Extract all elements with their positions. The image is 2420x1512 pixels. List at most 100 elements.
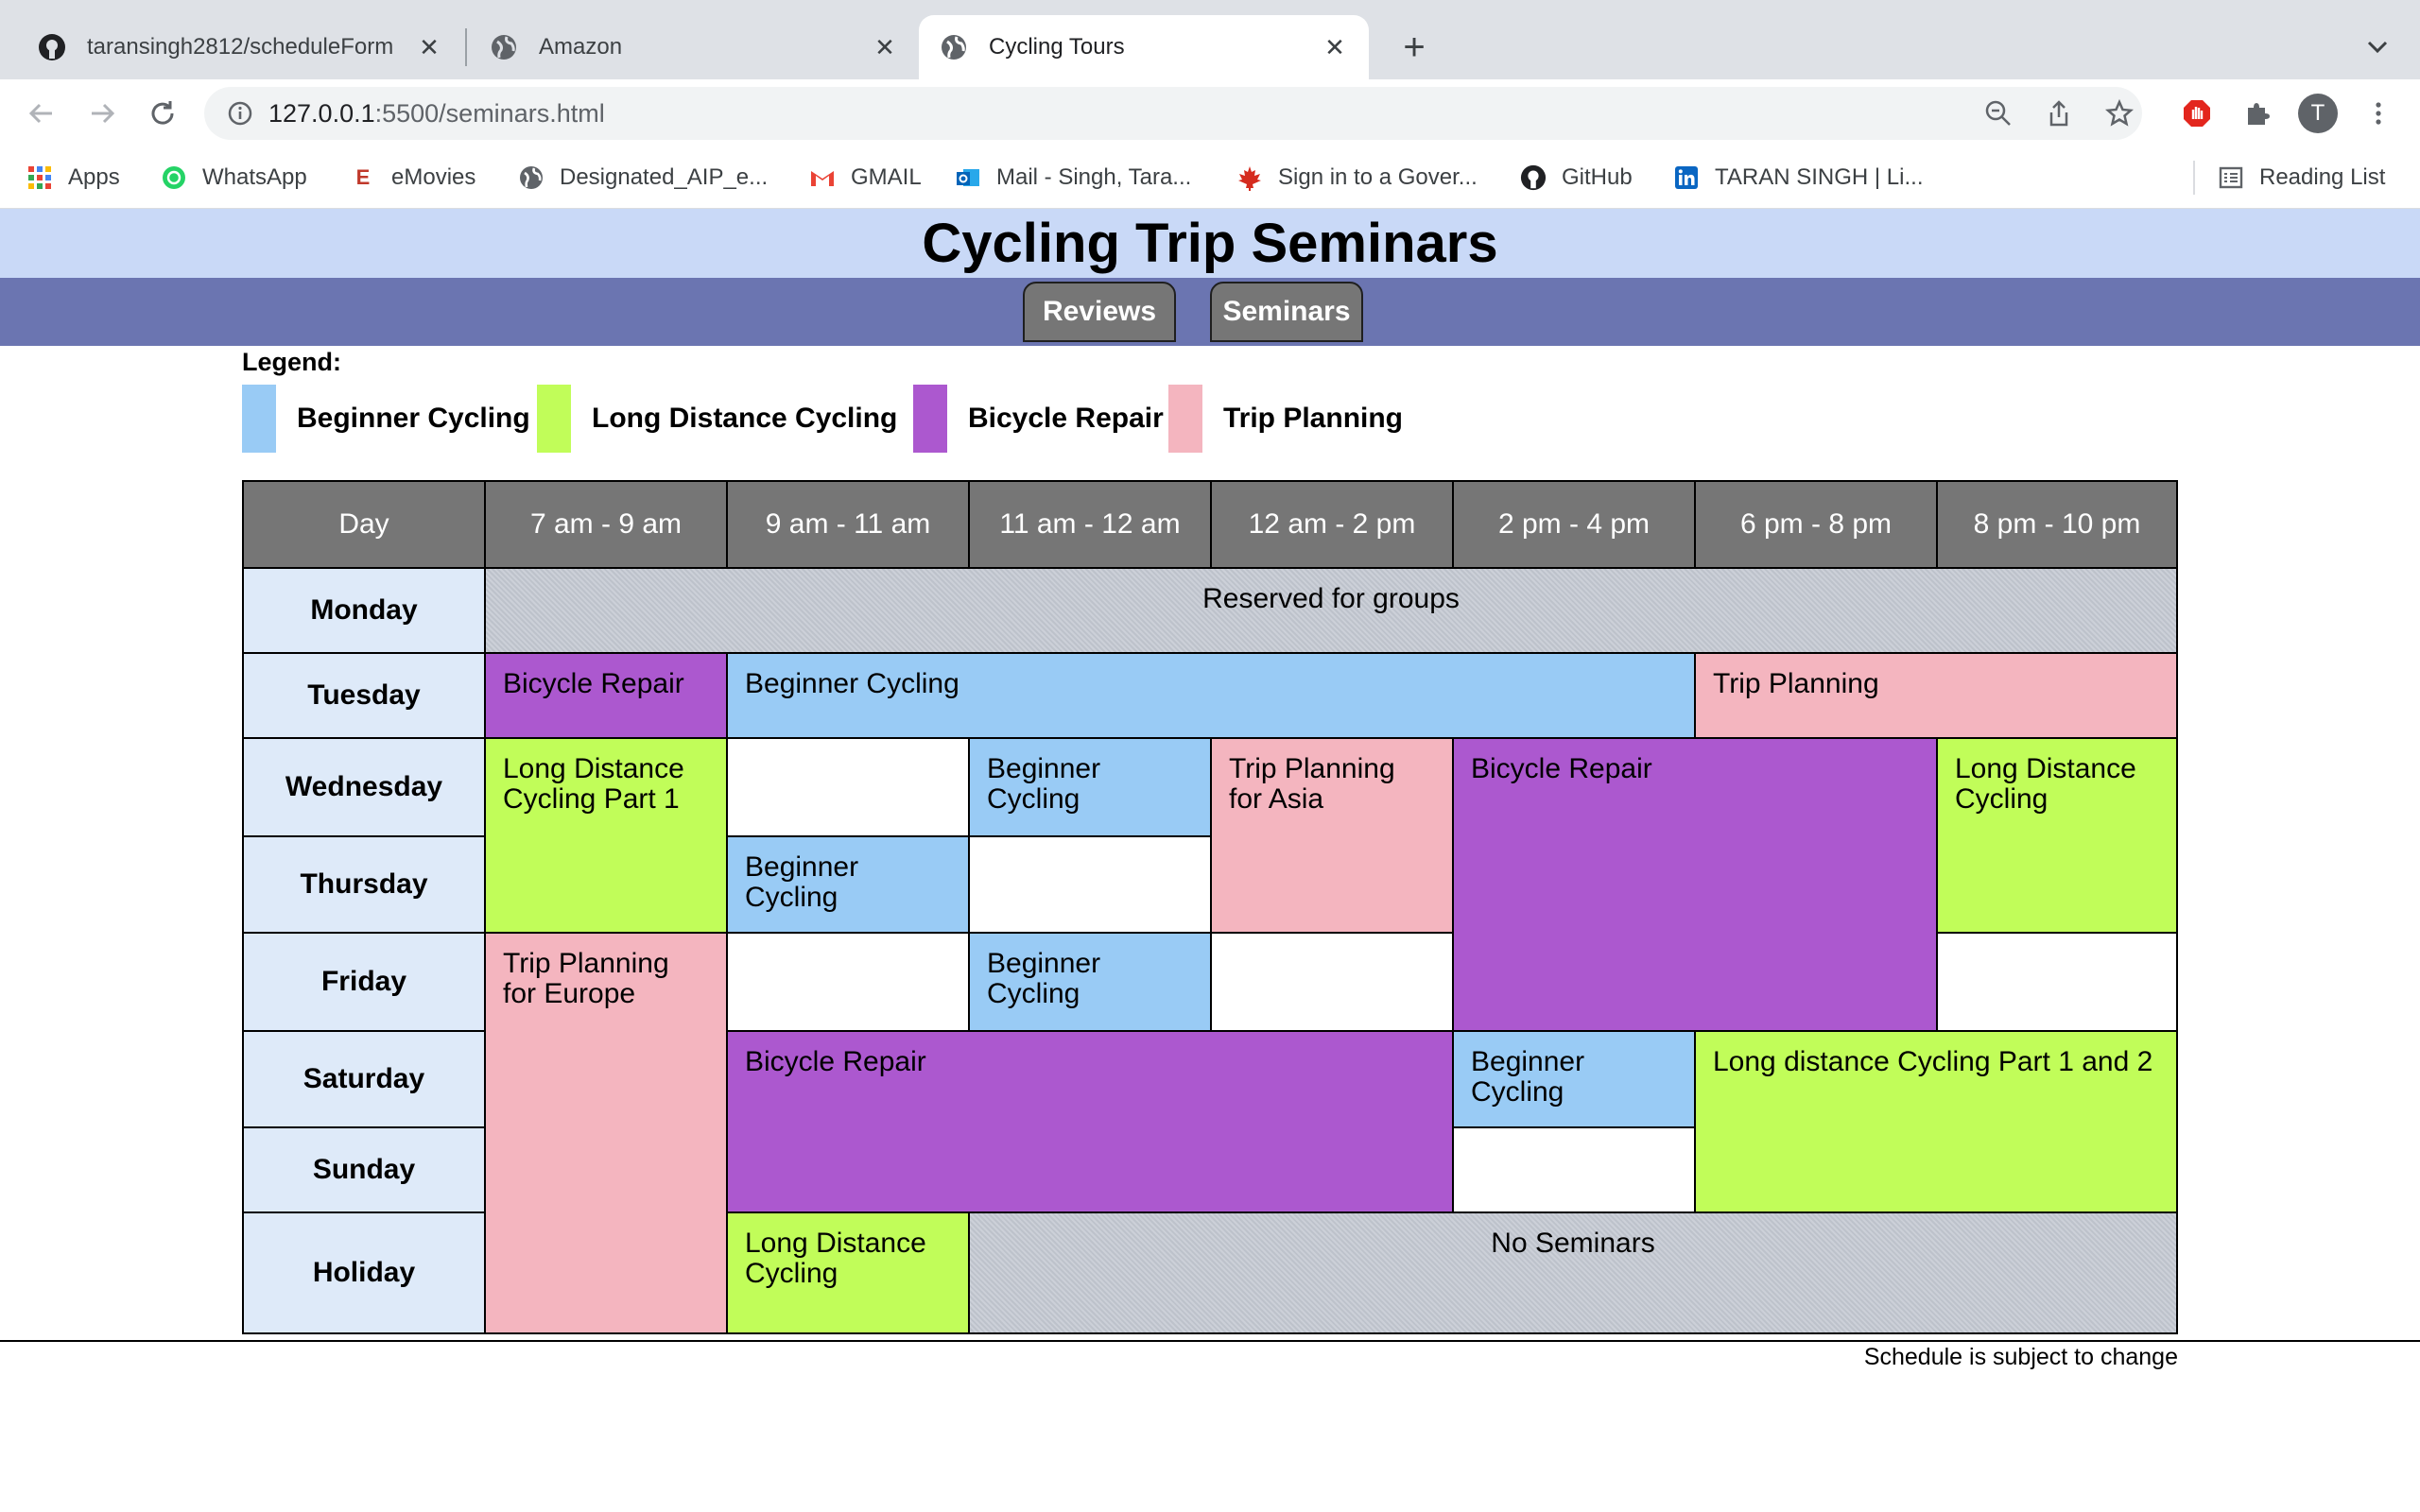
session-beginner-cycling: Beginner Cycling: [1452, 1030, 1696, 1128]
bookmark-label: Apps: [68, 164, 120, 190]
globe-icon: [940, 33, 968, 61]
legend-item-trip: Trip Planning: [1168, 385, 1403, 453]
tab-title: taransingh2812/scheduleForm: [87, 34, 394, 60]
bookmark-designated-aip[interactable]: Designated_AIP_e...: [518, 161, 768, 195]
bookmark-label: GitHub: [1562, 164, 1633, 190]
tab-amazon[interactable]: Amazon ✕: [469, 15, 919, 79]
url-text[interactable]: 127.0.0.1:5500/seminars.html: [268, 96, 605, 130]
bookmark-outlook-mail[interactable]: Mail - Singh, Tara...: [955, 161, 1191, 195]
legend-title: Legend:: [242, 348, 341, 376]
bookmark-github[interactable]: GitHub: [1520, 161, 1633, 195]
legend-item-beginner: Beginner Cycling: [242, 385, 530, 453]
bookmark-whatsapp[interactable]: WhatsApp: [161, 161, 307, 195]
session-beginner-cycling: Beginner Cycling: [726, 652, 1696, 739]
close-icon[interactable]: ✕: [872, 33, 898, 61]
chevron-down-icon: [2367, 41, 2388, 54]
close-icon[interactable]: ✕: [416, 33, 442, 61]
schedule-table: Day 7 am - 9 am 9 am - 11 am 11 am - 12 …: [242, 480, 2178, 1334]
bookmarks-divider: [2193, 161, 2195, 195]
extensions-puzzle-icon[interactable]: [2242, 98, 2273, 129]
info-icon[interactable]: [227, 100, 253, 127]
session-bicycle-repair: Bicycle Repair: [1452, 737, 1938, 1032]
day-label-thursday: Thursday: [242, 835, 486, 934]
empty-slot: [726, 737, 970, 837]
kebab-menu-icon[interactable]: [2363, 98, 2394, 129]
maple-leaf-icon: [1236, 164, 1263, 191]
day-label-friday: Friday: [242, 932, 486, 1032]
session-trip-planning-asia: Trip Planning for Asia: [1210, 737, 1454, 934]
day-label-monday: Monday: [242, 567, 486, 654]
new-tab-button[interactable]: +: [1395, 28, 1433, 66]
column-header: Day: [242, 480, 486, 569]
bookmark-apps[interactable]: Apps: [26, 161, 120, 195]
column-header: 11 am - 12 am: [968, 480, 1212, 569]
bookmark-label: Designated_AIP_e...: [560, 164, 769, 190]
day-label-tuesday: Tuesday: [242, 652, 486, 739]
day-label-sunday: Sunday: [242, 1126, 486, 1213]
session-long-distance-part1: Long Distance Cycling Part 1: [484, 737, 728, 934]
tab-title: Cycling Tours: [989, 34, 1125, 60]
tab-strip: taransingh2812/scheduleForm ✕ Amazon ✕ C…: [0, 0, 2420, 79]
profile-initial: T: [2310, 100, 2325, 126]
page-content: Cycling Trip Seminars Reviews Seminars L…: [0, 209, 2420, 1512]
reading-list-button[interactable]: Reading List: [2218, 161, 2385, 195]
bookmark-emovies[interactable]: E eMovies: [350, 161, 476, 195]
url-host: 127.0.0.1: [268, 99, 375, 128]
whatsapp-icon: [161, 164, 187, 191]
reading-list-label: Reading List: [2259, 164, 2386, 190]
legend-swatch: [537, 385, 571, 453]
arrow-right-icon: [92, 103, 115, 124]
column-header: 9 am - 11 am: [726, 480, 970, 569]
bookmark-gov-signin[interactable]: Sign in to a Gover...: [1236, 161, 1478, 195]
session-long-distance-part1-and-2: Long distance Cycling Part 1 and 2: [1694, 1030, 2178, 1213]
column-header: 2 pm - 4 pm: [1452, 480, 1696, 569]
legend-item-long-distance: Long Distance Cycling: [537, 385, 897, 453]
session-bicycle-repair: Bicycle Repair: [484, 652, 728, 739]
bookmark-label: Sign in to a Gover...: [1278, 164, 1478, 190]
nav-seminars-button[interactable]: Seminars: [1210, 282, 1363, 342]
bookmark-label: WhatsApp: [202, 164, 307, 190]
profile-avatar[interactable]: T: [2297, 93, 2339, 134]
zoom-out-icon[interactable]: [1983, 98, 2014, 129]
reading-list-icon: [2218, 164, 2244, 191]
arrow-left-icon: [28, 103, 52, 124]
bookmark-linkedin[interactable]: TARAN SINGH | Li...: [1673, 161, 1924, 195]
forward-button[interactable]: [83, 94, 121, 132]
session-beginner-cycling: Beginner Cycling: [968, 737, 1212, 837]
bookmark-label: GMAIL: [851, 164, 922, 190]
empty-slot: [1210, 932, 1454, 1032]
bookmark-label: TARAN SINGH | Li...: [1715, 164, 1924, 190]
tab-search-button[interactable]: [2363, 32, 2392, 60]
bookmark-gmail[interactable]: GMAIL: [809, 161, 922, 195]
empty-slot: [968, 835, 1212, 934]
column-header: 12 am - 2 pm: [1210, 480, 1454, 569]
tab-cycling-tours[interactable]: Cycling Tours ✕: [919, 15, 1369, 79]
column-header: 7 am - 9 am: [484, 480, 728, 569]
schedule-footnote: Schedule is subject to change: [1863, 1344, 2178, 1370]
nav-reviews-button[interactable]: Reviews: [1023, 282, 1176, 342]
adblock-extension-icon[interactable]: [2182, 98, 2212, 129]
column-header: 8 pm - 10 pm: [1936, 480, 2178, 569]
legend-swatch: [1168, 385, 1202, 453]
page-title: Cycling Trip Seminars: [922, 213, 1498, 274]
bookmark-label: Mail - Singh, Tara...: [996, 164, 1192, 190]
share-icon[interactable]: [2044, 98, 2074, 129]
legend-label: Beginner Cycling: [297, 403, 530, 434]
back-button[interactable]: [23, 94, 60, 132]
tab-github[interactable]: taransingh2812/scheduleForm ✕: [0, 15, 463, 79]
legend-item-repair: Bicycle Repair: [913, 385, 1164, 453]
gmail-icon: [809, 164, 836, 191]
session-long-distance: Long Distance Cycling: [726, 1211, 970, 1334]
globe-icon: [490, 33, 518, 61]
legend-label: Long Distance Cycling: [592, 403, 898, 434]
close-icon[interactable]: ✕: [1322, 33, 1348, 61]
legend-swatch: [913, 385, 947, 453]
holiday-no-seminars-cell: No Seminars: [968, 1211, 2178, 1334]
star-icon[interactable]: [2104, 98, 2135, 129]
empty-slot: [726, 932, 970, 1032]
bookmarks-bar: Apps WhatsApp E eMovies Designated_AIP_e…: [0, 147, 2420, 209]
bookmark-label: eMovies: [391, 164, 476, 190]
reload-button[interactable]: [144, 94, 182, 132]
tab-divider: [465, 28, 467, 66]
linkedin-icon: [1673, 164, 1700, 191]
